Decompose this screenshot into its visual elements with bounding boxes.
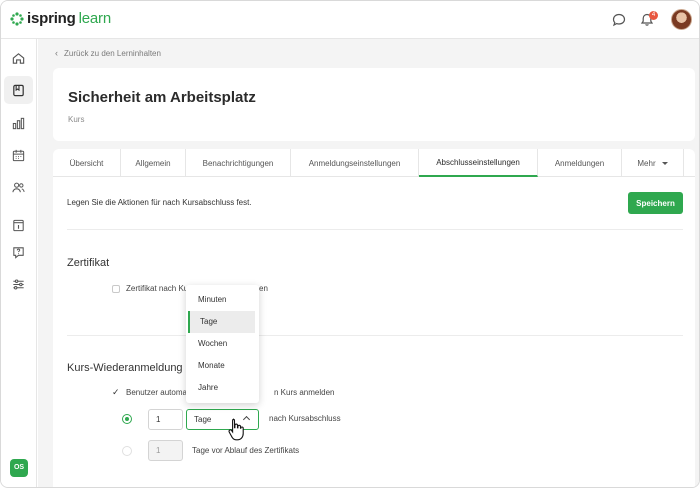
settings-card: Übersicht Allgemein Benachrichtigungen A… <box>53 149 695 487</box>
sidebar-item-settings[interactable] <box>4 270 33 298</box>
sidebar-item-users[interactable] <box>4 173 33 201</box>
top-bar: ispring learn 4 <box>1 1 699 39</box>
checkmark-icon[interactable]: ✓ <box>112 388 120 397</box>
back-link[interactable]: ‹ Zurück zu den Lerninhalten <box>55 48 161 58</box>
hand-cursor-icon <box>228 418 244 441</box>
dropdown-option-wochen[interactable]: Wochen <box>186 333 259 355</box>
chart-icon <box>12 117 25 129</box>
course-header-card: Sicherheit am Arbeitsplatz Kurs <box>53 68 695 141</box>
tab-label: Allgemein <box>135 158 171 168</box>
certificate-checkbox-label-tail: en <box>259 284 268 293</box>
days-before-expiry-input[interactable]: 1 <box>148 440 183 461</box>
tab-overview[interactable]: Übersicht <box>53 149 121 177</box>
help-icon <box>13 246 24 259</box>
logo-text-light: learn <box>78 10 112 27</box>
page-title: Sicherheit am Arbeitsplatz <box>68 89 256 106</box>
dropdown-option-monate[interactable]: Monate <box>186 355 259 377</box>
radio-after-completion[interactable] <box>122 414 132 424</box>
logo-mark-icon <box>10 11 24 26</box>
course-calendar-icon <box>13 219 24 231</box>
tab-label: Anmeldungseinstellungen <box>308 158 401 168</box>
tab-enrollment-settings[interactable]: Anmeldungseinstellungen <box>291 149 419 177</box>
tab-notifications[interactable]: Benachrichtigungen <box>186 149 291 177</box>
app-logo[interactable]: ispring learn <box>10 10 111 27</box>
tab-label: Mehr <box>637 158 656 168</box>
user-avatar[interactable] <box>671 9 692 30</box>
tab-more[interactable]: Mehr <box>622 149 684 177</box>
before-expiry-label: Tage vor Ablauf des Zertifikats <box>192 446 300 455</box>
period-unit-select[interactable]: Tage <box>186 409 259 430</box>
radio-before-expiry[interactable] <box>122 446 132 456</box>
dropdown-option-jahre[interactable]: Jahre <box>186 377 259 399</box>
reenroll-checkbox-label: Benutzer automa <box>126 388 187 397</box>
tab-completion-settings[interactable]: Abschlusseinstellungen <box>419 149 538 177</box>
tab-label: Abschlusseinstellungen <box>436 157 520 167</box>
certificate-checkbox-label: Zertifikat nach Ku <box>126 284 189 293</box>
sidebar-item-events[interactable] <box>4 211 33 239</box>
tab-label: Benachrichtigungen <box>202 158 274 168</box>
tab-general[interactable]: Allgemein <box>121 149 186 177</box>
reenroll-section-title: Kurs-Wiederanmeldung <box>67 362 183 374</box>
sidebar: OS <box>1 39 37 487</box>
certificate-section-title: Zertifikat <box>67 257 110 269</box>
book-icon <box>13 84 24 96</box>
sidebar-item-learning[interactable] <box>4 76 33 104</box>
tab-label: Anmeldungen <box>554 158 605 168</box>
main-content: ‹ Zurück zu den Lerninhalten Sicherheit … <box>38 39 699 487</box>
chat-icon[interactable] <box>610 11 628 29</box>
notification-badge: 4 <box>649 11 658 20</box>
chevron-left-icon: ‹ <box>55 48 58 58</box>
sidebar-item-calendar[interactable] <box>4 141 33 169</box>
settings-sliders-icon <box>13 278 24 290</box>
days-after-completion-input[interactable]: 1 <box>148 409 183 430</box>
home-icon <box>12 52 25 64</box>
dropdown-option-minuten[interactable]: Minuten <box>186 289 259 311</box>
back-link-label: Zurück zu den Lerninhalten <box>64 48 161 58</box>
app-window: ispring learn 4 OS ‹ Zurück zu den Lerni… <box>0 0 700 488</box>
logo-text-bold: ispring <box>27 10 76 27</box>
users-icon <box>12 182 25 192</box>
tab-enrollments[interactable]: Anmeldungen <box>538 149 622 177</box>
sidebar-item-help[interactable] <box>4 238 33 266</box>
intro-text: Legen Sie die Aktionen für nach Kursabsc… <box>67 198 252 207</box>
divider <box>67 229 683 230</box>
after-completion-label: nach Kursabschluss <box>269 414 341 423</box>
calendar-icon <box>12 149 25 161</box>
sidebar-item-home[interactable] <box>4 44 33 72</box>
course-type-label: Kurs <box>68 115 85 124</box>
tab-label: Übersicht <box>69 158 104 168</box>
period-unit-dropdown: Minuten Tage Wochen Monate Jahre <box>186 285 259 403</box>
certificate-checkbox[interactable] <box>112 285 120 293</box>
save-button[interactable]: Speichern <box>628 192 683 214</box>
divider <box>67 335 683 336</box>
tab-bar: Übersicht Allgemein Benachrichtigungen A… <box>53 149 695 177</box>
caret-down-icon <box>661 161 668 165</box>
reenroll-checkbox-label-tail: n Kurs anmelden <box>274 388 335 397</box>
sidebar-item-reports[interactable] <box>4 109 33 137</box>
period-unit-value: Tage <box>194 415 212 424</box>
dropdown-option-tage[interactable]: Tage <box>188 311 255 333</box>
user-initials-badge[interactable]: OS <box>10 459 28 477</box>
